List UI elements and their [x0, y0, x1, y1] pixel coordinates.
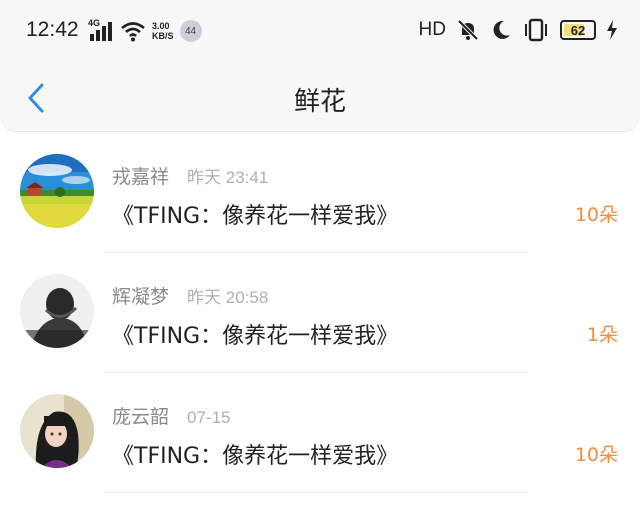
speed-unit: KB/S — [152, 31, 174, 41]
divider — [104, 252, 528, 253]
notification-badge: 44 — [179, 20, 202, 42]
page-title: 鲜花 — [293, 87, 346, 117]
hd-indicator: HD — [418, 19, 446, 40]
wifi-icon — [120, 20, 146, 42]
item-meta: 辉凝梦 昨天 20:58 — [112, 282, 268, 309]
mute-icon — [456, 18, 480, 42]
battery-icon: 62 — [560, 20, 596, 40]
divider — [104, 372, 528, 373]
sender-name[interactable]: 庞云韶 — [112, 402, 169, 429]
moon-icon — [490, 19, 512, 41]
flower-count: 10朵 — [574, 204, 618, 226]
gift-title[interactable]: 《TFING：像养花一样爱我》 — [112, 438, 398, 470]
flower-list: 戎嘉祥 昨天 23:41 《TFING：像养花一样爱我》 10朵 辉凝梦 昨天 … — [0, 140, 640, 500]
timestamp: 昨天 20:58 — [187, 288, 269, 307]
charging-icon — [606, 20, 618, 40]
network-speed: 3.00 KB/S — [152, 21, 174, 41]
gift-title[interactable]: 《TFING：像养花一样爱我》 — [112, 198, 398, 230]
signal-icon: 4G — [88, 18, 114, 42]
divider — [104, 492, 528, 493]
avatar[interactable] — [20, 274, 94, 348]
status-right-icons: HD 62 — [419, 18, 618, 42]
sender-name[interactable]: 戎嘉祥 — [112, 162, 169, 189]
speed-value: 3.00 — [152, 21, 170, 31]
nav-bar: 鲜花 — [0, 64, 640, 132]
avatar[interactable] — [20, 154, 94, 228]
item-meta: 戎嘉祥 昨天 23:41 — [112, 162, 268, 189]
status-time: 12:42 — [26, 18, 79, 41]
list-item[interactable]: 戎嘉祥 昨天 23:41 《TFING：像养花一样爱我》 10朵 — [0, 140, 640, 260]
timestamp: 昨天 23:41 — [187, 168, 269, 187]
avatar[interactable] — [20, 394, 94, 468]
item-meta: 庞云韶 07-15 — [112, 402, 231, 429]
status-bar: 12:42 4G 3.00 KB/S 44 HD 62 — [0, 0, 640, 64]
vibrate-icon — [522, 18, 550, 42]
battery-level: 62 — [570, 22, 586, 38]
status-left-icons: 4G 3.00 KB/S 44 — [88, 18, 202, 42]
gift-title[interactable]: 《TFING：像养花一样爱我》 — [112, 318, 398, 350]
list-item[interactable]: 庞云韶 07-15 《TFING：像养花一样爱我》 10朵 — [0, 380, 640, 500]
list-item[interactable]: 辉凝梦 昨天 20:58 《TFING：像养花一样爱我》 1朵 — [0, 260, 640, 380]
flower-count: 10朵 — [574, 444, 618, 466]
flower-count: 1朵 — [586, 324, 618, 346]
timestamp: 07-15 — [187, 408, 231, 427]
sender-name[interactable]: 辉凝梦 — [112, 282, 169, 309]
